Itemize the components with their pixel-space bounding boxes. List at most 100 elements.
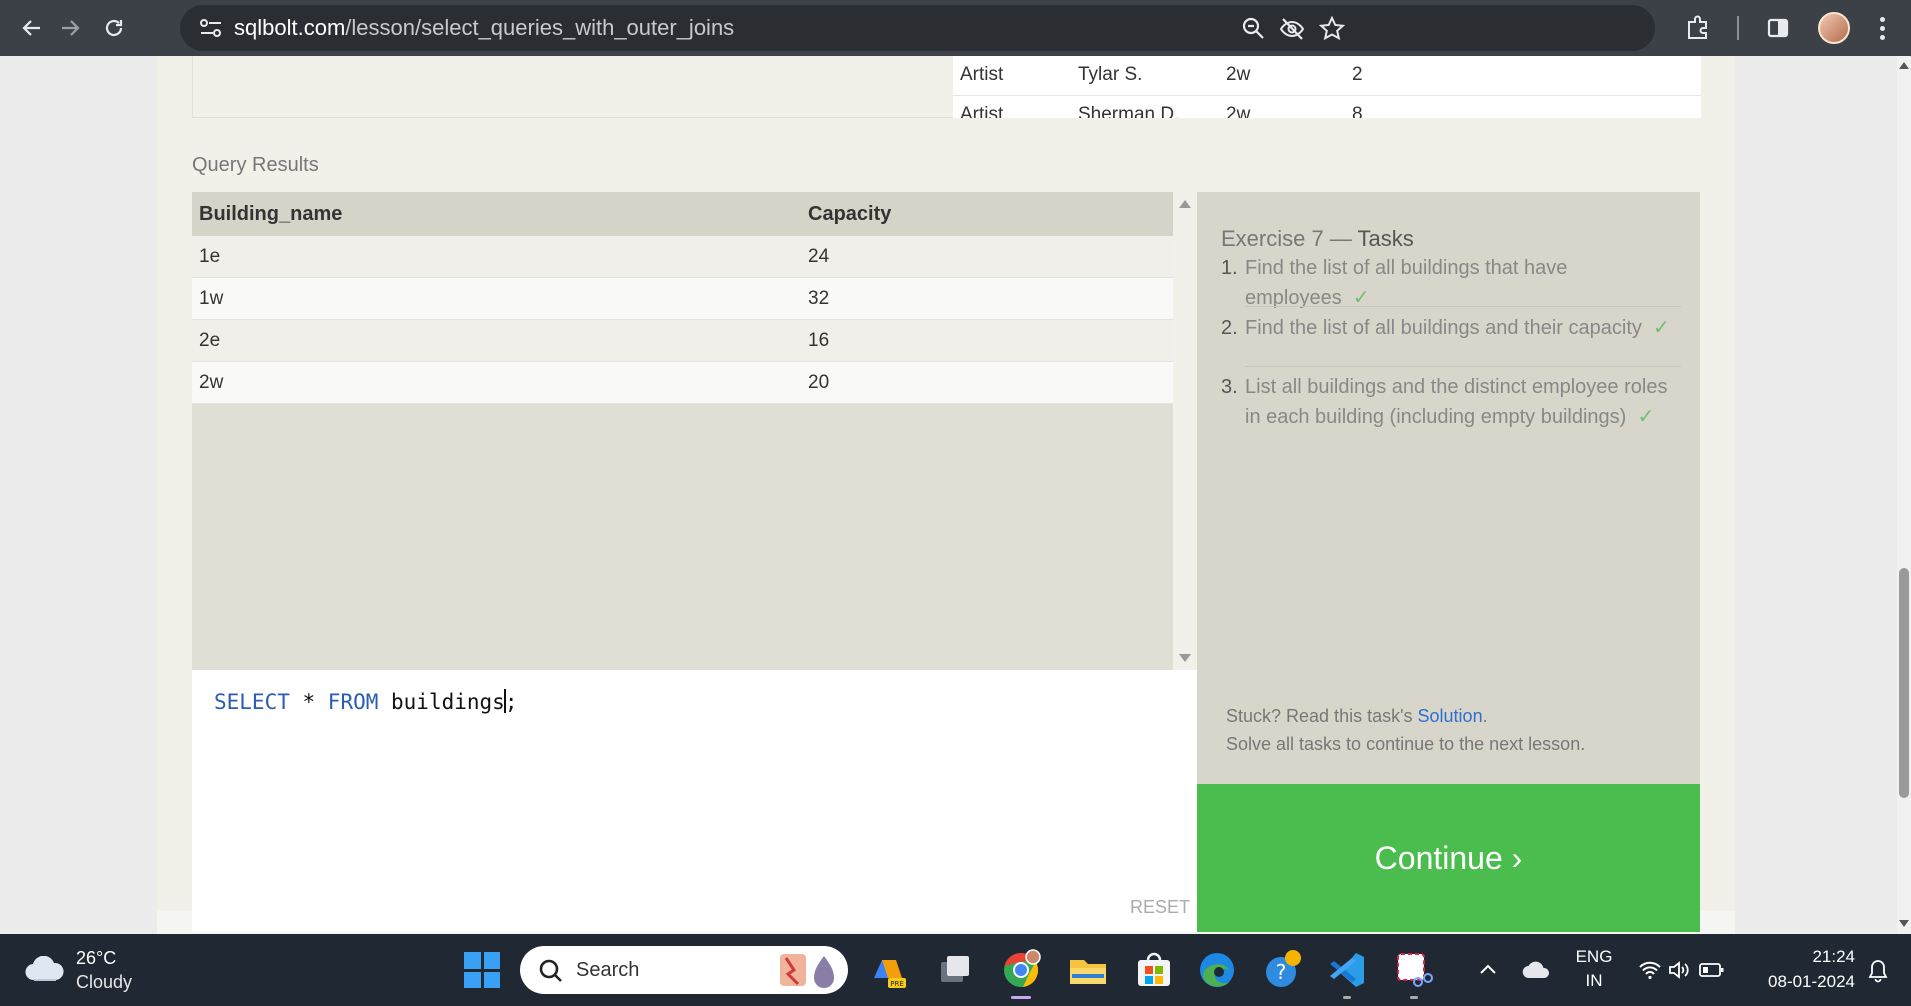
check-icon: ✓ <box>1653 317 1670 339</box>
task-item: 2. Find the list of all buildings and th… <box>1221 313 1681 373</box>
task-number: 1. <box>1221 257 1238 279</box>
microsoft-store-app[interactable] <box>1132 948 1176 992</box>
battery-icon[interactable] <box>1698 958 1726 982</box>
result-row: 2e 16 <box>192 320 1173 362</box>
result-cell: 24 <box>808 246 830 267</box>
open-indicator <box>1410 996 1418 999</box>
table-row: Artist Sherman D. 2w 8 <box>953 96 1701 118</box>
sql-code[interactable]: SELECT * FROM buildings; <box>214 689 517 714</box>
cloud-icon <box>25 956 64 981</box>
back-button[interactable] <box>12 8 52 48</box>
address-bar[interactable]: sqlbolt.com/lesson/select_queries_with_o… <box>180 5 1655 51</box>
results-scrollbar[interactable] <box>1173 192 1197 670</box>
toolbar-divider <box>1737 16 1739 40</box>
back-arrow-icon <box>22 20 40 36</box>
scroll-down-arrow-icon[interactable] <box>1899 920 1909 927</box>
taskbar-search[interactable]: Search <box>520 946 848 994</box>
edge-icon <box>1200 953 1234 987</box>
scroll-thumb[interactable] <box>1899 568 1909 798</box>
vscode-icon <box>1330 953 1364 987</box>
reload-icon <box>105 19 123 37</box>
reset-button[interactable]: RESET <box>1130 897 1190 918</box>
vscode-app[interactable] <box>1325 948 1369 999</box>
task-text: Find the list of all buildings and their… <box>1245 317 1642 339</box>
language-code: ENG <box>1575 947 1613 966</box>
scroll-up-arrow-icon[interactable] <box>1179 200 1191 208</box>
svg-text:?: ? <box>1276 960 1287 984</box>
profile-avatar[interactable] <box>1818 12 1850 44</box>
result-cell: 16 <box>808 330 830 351</box>
chrome-app[interactable] <box>999 948 1043 999</box>
clock-time: 21:24 <box>1812 947 1855 966</box>
onedrive-cloud-icon[interactable] <box>1522 960 1550 980</box>
snipping-tool-app[interactable] <box>1392 948 1436 999</box>
employees-table: Artist Tylar S. 2w 2 Artist Sherman D. 2… <box>953 56 1701 118</box>
start-button[interactable] <box>464 952 500 988</box>
tracking-protection-eye-icon[interactable] <box>1278 15 1306 43</box>
wifi-icon[interactable] <box>1638 958 1662 982</box>
site-settings-icon[interactable] <box>198 16 224 40</box>
page-viewport: Artist Tylar S. 2w 2 Artist Sherman D. 2… <box>0 56 1897 934</box>
divider <box>1245 366 1681 367</box>
edge-app[interactable] <box>1195 948 1239 992</box>
browser-menu-button[interactable] <box>1870 8 1894 48</box>
input-language[interactable]: ENG IN <box>1574 945 1614 1006</box>
result-cell: 32 <box>808 288 830 309</box>
zoom-icon[interactable] <box>1240 15 1268 43</box>
table-row: Artist Tylar S. 2w 2 <box>953 56 1701 96</box>
weather-widget[interactable]: 26°C Cloudy <box>24 948 174 994</box>
scroll-down-arrow-icon[interactable] <box>1179 654 1191 662</box>
table-cell: Artist <box>960 64 1004 85</box>
search-highlight-icon <box>780 954 834 988</box>
page-scrollbar[interactable] <box>1897 56 1911 934</box>
store-icon <box>1138 952 1170 986</box>
side-panel-icon <box>1767 18 1789 38</box>
sql-editor[interactable]: SELECT * FROM buildings; RESET <box>192 670 1197 932</box>
get-help-app[interactable]: ? <box>1260 948 1304 992</box>
check-icon: ✓ <box>1637 406 1655 428</box>
file-explorer-app[interactable] <box>1066 948 1110 992</box>
bookmark-star-icon[interactable] <box>1318 15 1346 43</box>
task-text: Find the list of all buildings that have… <box>1245 257 1568 309</box>
result-cell: 2w <box>199 372 224 393</box>
table-cell: 2w <box>1226 64 1251 85</box>
side-panel-button[interactable] <box>1758 8 1798 48</box>
reload-button[interactable] <box>94 8 134 48</box>
clock-date: 08-01-2024 <box>1768 972 1855 991</box>
volume-icon[interactable] <box>1667 958 1691 982</box>
notification-bell-icon[interactable] <box>1866 958 1890 984</box>
puzzle-icon <box>1688 15 1707 39</box>
forward-arrow-icon <box>62 20 80 36</box>
copilot-app[interactable]: PRE <box>866 948 910 992</box>
search-placeholder: Search <box>576 959 640 981</box>
result-cell: 1e <box>199 246 221 267</box>
chevron-up-icon[interactable] <box>1478 960 1498 980</box>
column-header: Building_name <box>199 203 343 225</box>
solution-link[interactable]: Solution <box>1418 706 1483 726</box>
task-text: List all buildings and the distinct empl… <box>1245 376 1668 428</box>
scroll-up-arrow-icon[interactable] <box>1899 62 1909 69</box>
system-clock[interactable]: 21:24 08-01-2024 <box>1755 944 1855 994</box>
table-cell: Tylar S. <box>1078 64 1143 85</box>
query-results-label: Query Results <box>192 154 319 176</box>
task-number: 2. <box>1221 317 1238 339</box>
query-results-table[interactable]: Building_name Capacity 1e 24 1w 32 2e 16… <box>192 192 1173 670</box>
results-header-row: Building_name Capacity <box>192 192 1173 236</box>
task-view-app[interactable] <box>933 948 977 992</box>
sql-token: buildings <box>378 690 505 714</box>
tasks-title: Exercise 7 — Tasks <box>1221 226 1414 251</box>
result-row: 1e 24 <box>192 236 1173 278</box>
active-indicator <box>1011 996 1031 999</box>
tasks-panel: Exercise 7 — Tasks 1. Find the list of a… <box>1197 192 1700 784</box>
sql-token: * <box>289 690 328 714</box>
search-icon <box>539 959 562 982</box>
extensions-button[interactable] <box>1678 8 1718 48</box>
folder-icon <box>1070 960 1106 984</box>
region-code: IN <box>1585 971 1603 990</box>
continue-button[interactable]: Continue › <box>1197 784 1700 932</box>
task-item: 3. List all buildings and the distinct e… <box>1221 372 1681 462</box>
result-cell: 1w <box>199 288 224 309</box>
forward-button[interactable] <box>50 8 90 48</box>
help-icon: ? <box>1266 950 1301 987</box>
taskbar: 26°C Cloudy Search PRE ? ENG IN 21:24 08… <box>0 934 1911 1006</box>
